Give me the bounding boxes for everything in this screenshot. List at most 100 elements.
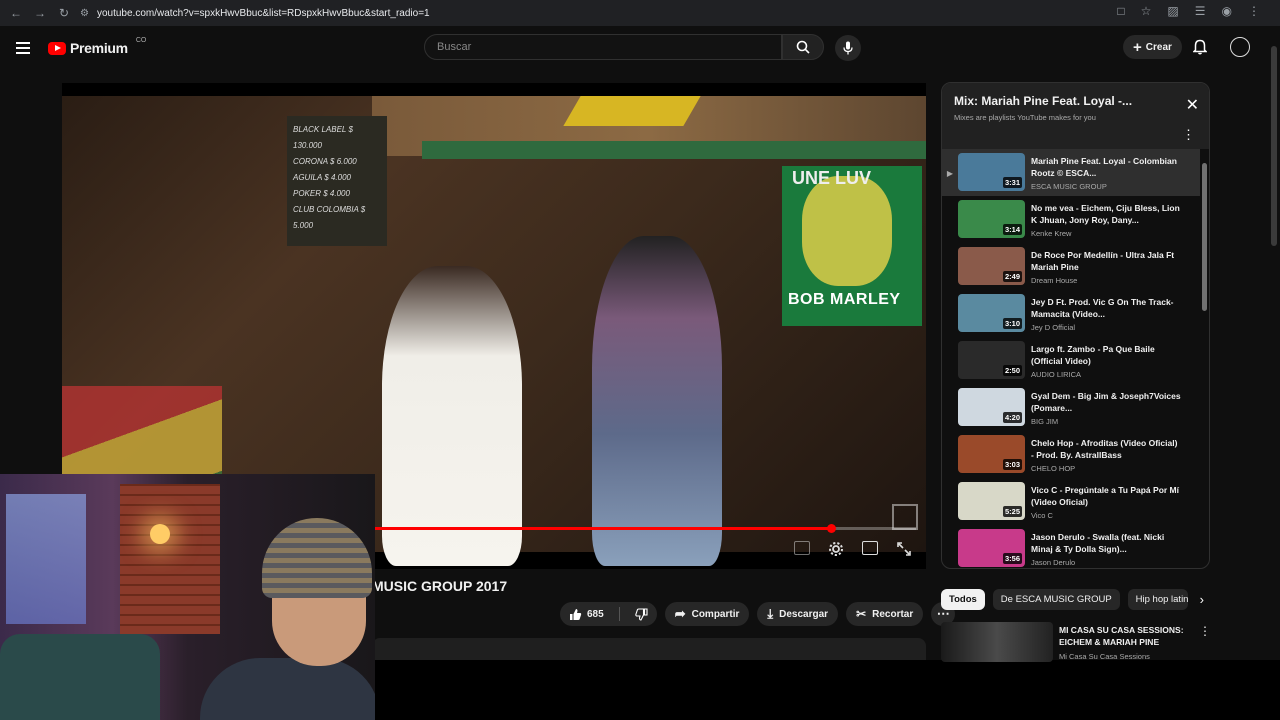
bookmark-star-icon[interactable]: ☆ xyxy=(1141,4,1152,18)
dislike-button[interactable] xyxy=(626,602,657,626)
playlist-title[interactable]: Mix: Mariah Pine Feat. Loyal -... xyxy=(954,94,1197,108)
playlist-item[interactable]: 3:56 Jason Derulo - Swalla (feat. Nicki M… xyxy=(942,525,1200,568)
playlist-item-title: Jason Derulo - Swalla (feat. Nicki Minaj… xyxy=(1031,532,1165,554)
notifications-button[interactable] xyxy=(1192,39,1208,60)
scrubber-handle[interactable] xyxy=(826,524,836,533)
duration-badge: 4:20 xyxy=(1002,412,1022,423)
chip-channel[interactable]: De ESCA MUSIC GROUP xyxy=(992,589,1120,610)
playlist-item-channel: Jason Derulo xyxy=(1031,558,1076,567)
address-bar[interactable]: ⚙ youtube.com/watch?v=spxkHwvBbuc&list=R… xyxy=(80,3,1080,23)
microphone-icon xyxy=(843,41,853,55)
playlist-scrollbar[interactable] xyxy=(1202,155,1207,563)
playlist-index xyxy=(942,196,958,243)
playlist-item[interactable]: 5:25 Vico C - Pregúntale a Tu Papá Por Mí… xyxy=(942,478,1200,525)
scene-poster: BOB MARLEY xyxy=(782,166,922,326)
page-scroll-thumb[interactable] xyxy=(1271,46,1277,246)
webcam-lamp xyxy=(150,524,170,544)
playlist-thumbnail[interactable]: 5:25 xyxy=(958,482,1025,520)
playlist-item[interactable]: 3:03 Chelo Hop - Afroditas (Video Oficial… xyxy=(942,431,1200,478)
playlist-item-title: Chelo Hop - Afroditas (Video Oficial) - … xyxy=(1031,438,1178,460)
recommended-thumbnail[interactable] xyxy=(941,622,1053,662)
chip-hiphop[interactable]: Hip hop latino xyxy=(1127,589,1188,610)
back-icon[interactable]: ← xyxy=(4,6,28,20)
youtube-play-logo-icon xyxy=(48,41,66,55)
page-scrollbar[interactable] xyxy=(1268,26,1280,660)
bell-icon xyxy=(1192,39,1208,55)
share-button[interactable]: ➦ Compartir xyxy=(664,602,750,626)
recommended-title[interactable]: MI CASA SU CASA SESSIONS: EICHEM & MARIA… xyxy=(1059,624,1199,648)
playlist-item-info: De Roce Por Medellín - Ultra Jala Ft Mar… xyxy=(1031,243,1181,290)
playlist-thumbnail[interactable]: 4:20 xyxy=(958,388,1025,426)
duration-badge: 5:25 xyxy=(1002,506,1022,517)
now-playing-icon: ▶ xyxy=(946,169,954,178)
recommended-channel[interactable]: Mi Casa Su Casa Sessions xyxy=(1059,652,1150,661)
clip-button[interactable]: ✂ Recortar xyxy=(846,602,924,626)
clip-label: Recortar xyxy=(872,608,914,620)
yt-masthead: Premium CO + Crear xyxy=(0,26,1280,70)
description-box[interactable] xyxy=(372,638,926,660)
profile-icon[interactable]: ◉ xyxy=(1222,4,1232,18)
search-button[interactable] xyxy=(782,34,824,60)
search-icon xyxy=(796,40,810,54)
playlist-item[interactable]: 2:49 De Roce Por Medellín - Ultra Jala Ft… xyxy=(942,243,1200,290)
duration-badge: 3:03 xyxy=(1002,459,1022,470)
filter-chips: Todos De ESCA MUSIC GROUP Hip hop latino… xyxy=(941,589,1204,610)
miniplayer-icon[interactable] xyxy=(862,541,878,555)
playlist-items: ▶ 3:31 Mariah Pine Feat. Loyal - Colombian… xyxy=(942,149,1200,568)
playlist-thumbnail[interactable]: 2:50 xyxy=(958,341,1025,379)
media-controls-icon[interactable]: ☰ xyxy=(1195,4,1206,18)
hamburger-menu-icon[interactable] xyxy=(16,42,30,54)
webcam-window xyxy=(6,494,86,624)
playlist-item[interactable]: ▶ 3:31 Mariah Pine Feat. Loyal - Colombian… xyxy=(942,149,1200,196)
scene-band xyxy=(422,141,926,159)
thumbs-up-icon xyxy=(570,608,582,620)
playlist-item[interactable]: 2:50 Largo ft. Zambo - Pa Que Baile (Offi… xyxy=(942,337,1200,384)
site-info-icon[interactable]: ⚙ xyxy=(80,8,89,19)
download-button[interactable]: ⤓ Descargar xyxy=(757,602,839,626)
duration-badge: 2:49 xyxy=(1002,271,1022,282)
subtitles-icon[interactable] xyxy=(794,541,810,555)
extensions-icon[interactable]: ▨ xyxy=(1167,4,1178,18)
playlist-more-icon[interactable]: ⋮ xyxy=(1182,127,1195,143)
forward-icon[interactable]: → xyxy=(28,6,52,20)
playlist-item-channel: BIG JIM xyxy=(1031,417,1059,426)
playlist-item-channel: Dream House xyxy=(1031,276,1078,285)
recommended-more-icon[interactable]: ⋮ xyxy=(1199,624,1211,638)
playlist-index xyxy=(942,337,958,384)
chevron-right-icon[interactable]: › xyxy=(1200,592,1204,607)
chip-all[interactable]: Todos xyxy=(941,589,985,610)
search-input[interactable] xyxy=(437,41,781,53)
scene-sign: UNE LUV xyxy=(792,168,872,188)
voice-search-button[interactable] xyxy=(835,35,861,61)
playlist-thumbnail[interactable]: 3:56 xyxy=(958,529,1025,567)
playlist-thumbnail[interactable]: 3:31 xyxy=(958,153,1025,191)
settings-gear-icon[interactable] xyxy=(828,541,844,557)
recommended-video[interactable]: MI CASA SU CASA SESSIONS: EICHEM & MARIA… xyxy=(941,622,1221,662)
playlist-item-info: No me vea - Eichem, Ciju Bless, Lion K J… xyxy=(1031,196,1181,243)
webcam-couch xyxy=(0,634,160,720)
playlist-thumbnail[interactable]: 3:03 xyxy=(958,435,1025,473)
playlist-item[interactable]: 4:20 Gyal Dem - Big Jim & Joseph7Voices (… xyxy=(942,384,1200,431)
playlist-thumbnail[interactable]: 3:10 xyxy=(958,294,1025,332)
fullscreen-icon[interactable] xyxy=(896,541,912,557)
search-field[interactable] xyxy=(424,34,782,60)
like-button[interactable]: 685 xyxy=(560,602,613,626)
playlist-scroll-thumb[interactable] xyxy=(1202,163,1207,311)
share-label: Compartir xyxy=(691,608,740,620)
like-divider xyxy=(618,607,620,621)
account-avatar[interactable] xyxy=(1230,37,1250,57)
playlist-item[interactable]: 3:14 No me vea - Eichem, Ciju Bless, Lion… xyxy=(942,196,1200,243)
reload-icon[interactable]: ↻ xyxy=(52,6,76,20)
create-button[interactable]: + Crear xyxy=(1123,35,1182,59)
like-dislike-group: 685 xyxy=(560,602,657,626)
playlist-item[interactable]: 3:10 Jey D Ft. Prod. Vic G On The Track- … xyxy=(942,290,1200,337)
playlist-thumbnail[interactable]: 3:14 xyxy=(958,200,1025,238)
playlist-thumbnail[interactable]: 2:49 xyxy=(958,247,1025,285)
menu-line: AGUILA $ 4.000 xyxy=(293,173,351,182)
cast-icon[interactable]: □ xyxy=(1117,4,1124,18)
playlist-header: Mix: Mariah Pine Feat. Loyal -... Mixes … xyxy=(942,83,1209,149)
close-icon[interactable]: ✕ xyxy=(1186,95,1199,115)
youtube-premium-logo[interactable]: Premium CO xyxy=(48,37,146,56)
browser-menu-icon[interactable]: ⋮ xyxy=(1248,4,1260,18)
playlist-subtitle: Mixes are playlists YouTube makes for yo… xyxy=(954,113,1096,122)
